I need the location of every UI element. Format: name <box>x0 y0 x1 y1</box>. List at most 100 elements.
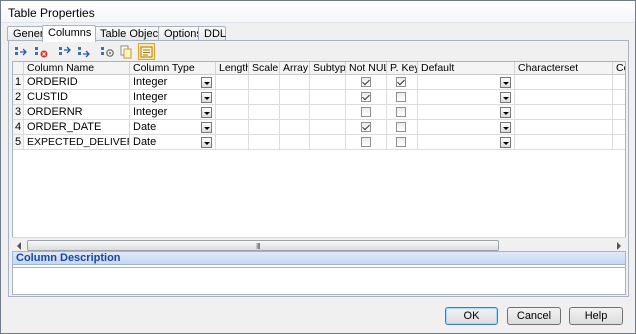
default-cell[interactable] <box>418 90 515 105</box>
default-dropdown-button[interactable] <box>500 77 511 88</box>
default-dropdown-button[interactable] <box>500 107 511 118</box>
header-subtype[interactable]: Subtype <box>310 62 346 75</box>
header-collate[interactable]: Colla <box>613 62 625 75</box>
toggle-view-button[interactable] <box>138 43 155 60</box>
not-null-checkbox[interactable] <box>361 107 371 117</box>
column-description-field[interactable] <box>12 267 626 295</box>
cancel-button[interactable]: Cancel <box>507 307 561 325</box>
collate-cell[interactable] <box>613 75 625 90</box>
type-dropdown-button[interactable] <box>201 137 212 148</box>
properties-button[interactable] <box>99 43 116 60</box>
collate-cell[interactable] <box>613 90 625 105</box>
scale-cell[interactable] <box>249 75 280 90</box>
column-name-cell[interactable]: ORDERNR <box>24 105 130 120</box>
header-column-type[interactable]: Column Type <box>130 62 216 75</box>
column-type-cell[interactable]: Date <box>130 135 216 150</box>
characterset-cell[interactable] <box>515 75 613 90</box>
column-name-cell[interactable]: EXPECTED_DELIVERY_DATE <box>24 135 130 150</box>
array-cell[interactable] <box>280 90 310 105</box>
array-cell[interactable] <box>280 135 310 150</box>
scroll-left-icon[interactable] <box>17 242 21 250</box>
default-cell[interactable] <box>418 135 515 150</box>
tab-general[interactable]: General <box>7 26 52 41</box>
column-type-cell[interactable]: Integer <box>130 75 216 90</box>
p-key-checkbox[interactable] <box>396 122 406 132</box>
scale-cell[interactable] <box>249 135 280 150</box>
not-null-checkbox[interactable] <box>361 77 371 87</box>
collate-cell[interactable] <box>613 105 625 120</box>
array-cell[interactable] <box>280 75 310 90</box>
collate-cell[interactable] <box>613 135 625 150</box>
header-default[interactable]: Default <box>418 62 515 75</box>
length-cell[interactable] <box>216 75 249 90</box>
column-name-cell[interactable]: ORDER_DATE <box>24 120 130 135</box>
array-cell[interactable] <box>280 105 310 120</box>
length-cell[interactable] <box>216 120 249 135</box>
column-name-cell[interactable]: CUSTID <box>24 90 130 105</box>
default-dropdown-button[interactable] <box>500 137 511 148</box>
table-row[interactable]: 2 CUSTID Integer <box>13 90 625 105</box>
header-not-null[interactable]: Not NULL <box>346 62 387 75</box>
scale-cell[interactable] <box>249 90 280 105</box>
header-scale[interactable]: Scale <box>249 62 280 75</box>
not-null-checkbox[interactable] <box>361 92 371 102</box>
characterset-cell[interactable] <box>515 120 613 135</box>
default-dropdown-button[interactable] <box>500 122 511 133</box>
column-type-cell[interactable]: Date <box>130 120 216 135</box>
type-dropdown-button[interactable] <box>201 107 212 118</box>
length-cell[interactable] <box>216 105 249 120</box>
type-dropdown-button[interactable] <box>201 77 212 88</box>
subtype-cell[interactable] <box>310 120 346 135</box>
p-key-checkbox[interactable] <box>396 137 406 147</box>
delete-column-button[interactable] <box>33 43 50 60</box>
ok-button[interactable]: OK <box>445 307 498 325</box>
default-cell[interactable] <box>418 105 515 120</box>
tab-options[interactable]: Options <box>158 26 202 41</box>
not-null-checkbox[interactable] <box>361 137 371 147</box>
p-key-checkbox[interactable] <box>396 107 406 117</box>
insert-column-button[interactable] <box>13 43 30 60</box>
column-name-cell[interactable]: ORDERID <box>24 75 130 90</box>
help-button[interactable]: Help <box>569 307 623 325</box>
header-array[interactable]: Array <box>280 62 310 75</box>
title-bar[interactable]: Table Properties <box>1 1 635 23</box>
tab-ddl[interactable]: DDL <box>198 26 226 41</box>
subtype-cell[interactable] <box>310 135 346 150</box>
scrollbar-thumb[interactable]: III <box>27 240 499 251</box>
characterset-cell[interactable] <box>515 135 613 150</box>
scale-cell[interactable] <box>249 120 280 135</box>
column-type-cell[interactable]: Integer <box>130 105 216 120</box>
table-row[interactable]: 1 ORDERID Integer <box>13 75 625 90</box>
tab-columns[interactable]: Columns <box>42 25 96 42</box>
move-up-button[interactable] <box>57 43 74 60</box>
header-length[interactable]: Length <box>216 62 249 75</box>
default-dropdown-button[interactable] <box>500 92 511 103</box>
subtype-cell[interactable] <box>310 90 346 105</box>
length-cell[interactable] <box>216 135 249 150</box>
header-p-key[interactable]: P. Key <box>387 62 418 75</box>
default-cell[interactable] <box>418 120 515 135</box>
copy-button[interactable] <box>118 43 135 60</box>
characterset-cell[interactable] <box>515 90 613 105</box>
header-characterset[interactable]: Characterset <box>515 62 613 75</box>
collate-cell[interactable] <box>613 120 625 135</box>
subtype-cell[interactable] <box>310 105 346 120</box>
header-column-name[interactable]: Column Name <box>24 62 130 75</box>
move-down-button[interactable] <box>76 43 93 60</box>
scroll-right-icon[interactable] <box>617 242 621 250</box>
type-dropdown-button[interactable] <box>201 122 212 133</box>
column-type-cell[interactable]: Integer <box>130 90 216 105</box>
table-row[interactable]: 4 ORDER_DATE Date <box>13 120 625 135</box>
characterset-cell[interactable] <box>515 105 613 120</box>
not-null-checkbox[interactable] <box>361 122 371 132</box>
tab-table-objects[interactable]: Table Objects <box>94 26 167 41</box>
default-cell[interactable] <box>418 75 515 90</box>
table-row[interactable]: 5 EXPECTED_DELIVERY_DATE Date <box>13 135 625 150</box>
type-dropdown-button[interactable] <box>201 92 212 103</box>
scale-cell[interactable] <box>249 105 280 120</box>
subtype-cell[interactable] <box>310 75 346 90</box>
array-cell[interactable] <box>280 120 310 135</box>
length-cell[interactable] <box>216 90 249 105</box>
p-key-checkbox[interactable] <box>396 92 406 102</box>
table-row[interactable]: 3 ORDERNR Integer <box>13 105 625 120</box>
